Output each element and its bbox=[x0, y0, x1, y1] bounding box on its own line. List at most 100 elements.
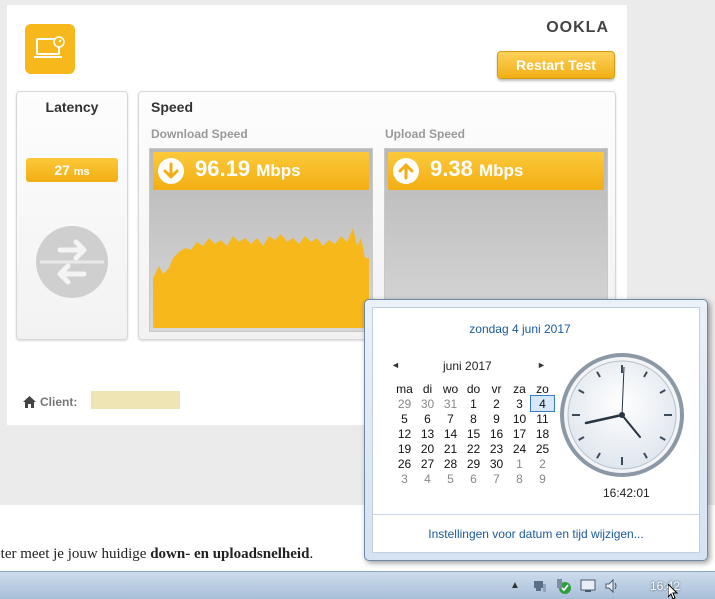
calendar-week-row: 19 20 21 22 23 24 25 bbox=[393, 441, 554, 456]
upload-value: 9.38 bbox=[430, 156, 473, 181]
calendar-day[interactable]: 1 bbox=[462, 396, 485, 411]
desktop-screen: eter meet je jouw huidige down- en uploa… bbox=[0, 0, 715, 599]
calendar-day[interactable]: 16 bbox=[485, 426, 508, 441]
article-text: eter meet je jouw huidige bbox=[0, 546, 151, 562]
weekday-label: zo bbox=[536, 381, 549, 396]
calendar-week-row: 29 30 31 1 2 3 4 bbox=[393, 395, 555, 412]
download-speed-label: Download Speed bbox=[151, 127, 248, 141]
previous-month-button[interactable]: ◄ bbox=[391, 360, 400, 370]
restart-test-button[interactable]: Restart Test bbox=[497, 51, 615, 79]
speedtest-logo-icon bbox=[25, 24, 75, 74]
calendar-day[interactable]: 21 bbox=[439, 441, 462, 456]
calendar-day[interactable]: 31 bbox=[439, 396, 462, 411]
calendar-day[interactable]: 7 bbox=[485, 471, 508, 486]
calendar-day[interactable]: 4 bbox=[416, 471, 439, 486]
weekday-label: wo bbox=[442, 381, 459, 396]
calendar-day[interactable]: 9 bbox=[485, 411, 508, 426]
latency-value-badge: 27 ms bbox=[26, 158, 118, 182]
upload-unit: Mbps bbox=[478, 161, 524, 180]
article-bold-download: down- bbox=[150, 546, 191, 562]
calendar-day[interactable]: 18 bbox=[531, 426, 554, 441]
calendar-day[interactable]: 7 bbox=[439, 411, 462, 426]
calendar-day[interactable]: 6 bbox=[462, 471, 485, 486]
network-icon[interactable] bbox=[532, 578, 548, 594]
calendar-day[interactable]: 29 bbox=[393, 396, 416, 411]
article-period: . bbox=[309, 546, 314, 562]
client-value-field bbox=[91, 391, 180, 409]
weekday-label: do bbox=[466, 381, 481, 396]
latency-title: Latency bbox=[45, 99, 99, 115]
client-label: Client: bbox=[40, 395, 78, 409]
download-value: 96.19 bbox=[195, 156, 251, 181]
article-paragraph: eter meet je jouw huidige down- en uploa… bbox=[0, 546, 313, 563]
calendar-day[interactable]: 19 bbox=[393, 441, 416, 456]
calendar-week-row: 26 27 28 29 30 1 2 bbox=[393, 456, 554, 471]
upload-arrow-icon bbox=[393, 158, 419, 184]
upload-result: 9.38 Mbps bbox=[388, 152, 604, 190]
speed-title: Speed bbox=[151, 99, 194, 115]
display-icon[interactable] bbox=[580, 578, 596, 594]
calendar-day[interactable]: 17 bbox=[508, 426, 531, 441]
latency-panel: Latency 27 ms bbox=[16, 91, 128, 340]
calendar-day[interactable]: 15 bbox=[462, 426, 485, 441]
client-info: Client: bbox=[23, 395, 77, 409]
calendar-day[interactable]: 25 bbox=[531, 441, 554, 456]
weekday-header-row: ma di wo do vr za zo bbox=[393, 381, 554, 396]
mouse-cursor-icon bbox=[667, 582, 680, 599]
home-icon bbox=[23, 396, 36, 408]
long-date-link[interactable]: zondag 4 juni 2017 bbox=[373, 322, 699, 336]
calendar-day[interactable]: 28 bbox=[439, 456, 462, 471]
calendar-day[interactable]: 2 bbox=[531, 456, 554, 471]
calendar-week-row: 3 4 5 6 7 8 9 bbox=[393, 471, 554, 486]
popup-divider bbox=[373, 514, 699, 515]
calendar-day[interactable]: 9 bbox=[531, 471, 554, 486]
calendar-day[interactable]: 26 bbox=[393, 456, 416, 471]
calendar-day[interactable]: 5 bbox=[439, 471, 462, 486]
article-bold-and: en bbox=[190, 546, 213, 562]
calendar-day[interactable]: 30 bbox=[416, 396, 439, 411]
calendar-day[interactable]: 27 bbox=[416, 456, 439, 471]
download-result: 96.19 Mbps bbox=[153, 152, 369, 190]
ookla-brand: OOKLA bbox=[546, 19, 609, 36]
calendar-month-title[interactable]: juni 2017 bbox=[443, 359, 492, 373]
calendar-day[interactable]: 6 bbox=[416, 411, 439, 426]
calendar-day-today[interactable]: 4 bbox=[530, 395, 555, 412]
calendar-grid: ma di wo do vr za zo 29 30 31 1 2 3 4 5 … bbox=[393, 381, 555, 486]
taskbar: ▲ 16:42 bbox=[0, 571, 715, 599]
calendar-day[interactable]: 11 bbox=[531, 411, 554, 426]
change-date-time-settings-link[interactable]: Instellingen voor datum en tijd wijzigen… bbox=[373, 527, 699, 541]
latency-unit: ms bbox=[73, 166, 90, 178]
calendar-day[interactable]: 5 bbox=[393, 411, 416, 426]
calendar-day[interactable]: 2 bbox=[485, 396, 508, 411]
calendar-day[interactable]: 8 bbox=[462, 411, 485, 426]
calendar-day[interactable]: 3 bbox=[393, 471, 416, 486]
calendar-day[interactable]: 24 bbox=[508, 441, 531, 456]
download-arrow-icon bbox=[158, 158, 184, 184]
calendar-day[interactable]: 1 bbox=[508, 456, 531, 471]
calendar-day[interactable]: 23 bbox=[485, 441, 508, 456]
calendar-week-row: 12 13 14 15 16 17 18 bbox=[393, 426, 554, 441]
calendar-day[interactable]: 8 bbox=[508, 471, 531, 486]
calendar-day[interactable]: 30 bbox=[485, 456, 508, 471]
upload-speed-label: Upload Speed bbox=[385, 127, 466, 141]
date-time-popup: zondag 4 juni 2017 ◄ juni 2017 ► ma di w… bbox=[364, 299, 708, 561]
volume-icon[interactable] bbox=[604, 578, 620, 594]
calendar-day[interactable]: 22 bbox=[462, 441, 485, 456]
download-throughput-graph bbox=[153, 228, 369, 328]
calendar-day[interactable]: 12 bbox=[393, 426, 416, 441]
next-month-button[interactable]: ► bbox=[537, 360, 546, 370]
calendar-day[interactable]: 20 bbox=[416, 441, 439, 456]
weekday-label: za bbox=[513, 381, 526, 396]
show-hidden-icons-icon[interactable]: ▲ bbox=[510, 580, 520, 591]
calendar-day[interactable]: 10 bbox=[508, 411, 531, 426]
calendar-week-row: 5 6 7 8 9 10 11 bbox=[393, 411, 554, 426]
latency-arrows-icon bbox=[34, 224, 110, 300]
security-icon[interactable] bbox=[556, 578, 572, 594]
calendar-day[interactable]: 13 bbox=[416, 426, 439, 441]
weekday-label: di bbox=[422, 381, 433, 396]
calendar-day[interactable]: 29 bbox=[462, 456, 485, 471]
download-unit: Mbps bbox=[256, 161, 301, 180]
download-gauge: 96.19 Mbps bbox=[149, 148, 373, 332]
calendar-day[interactable]: 14 bbox=[439, 426, 462, 441]
calendar-day[interactable]: 3 bbox=[508, 396, 531, 411]
